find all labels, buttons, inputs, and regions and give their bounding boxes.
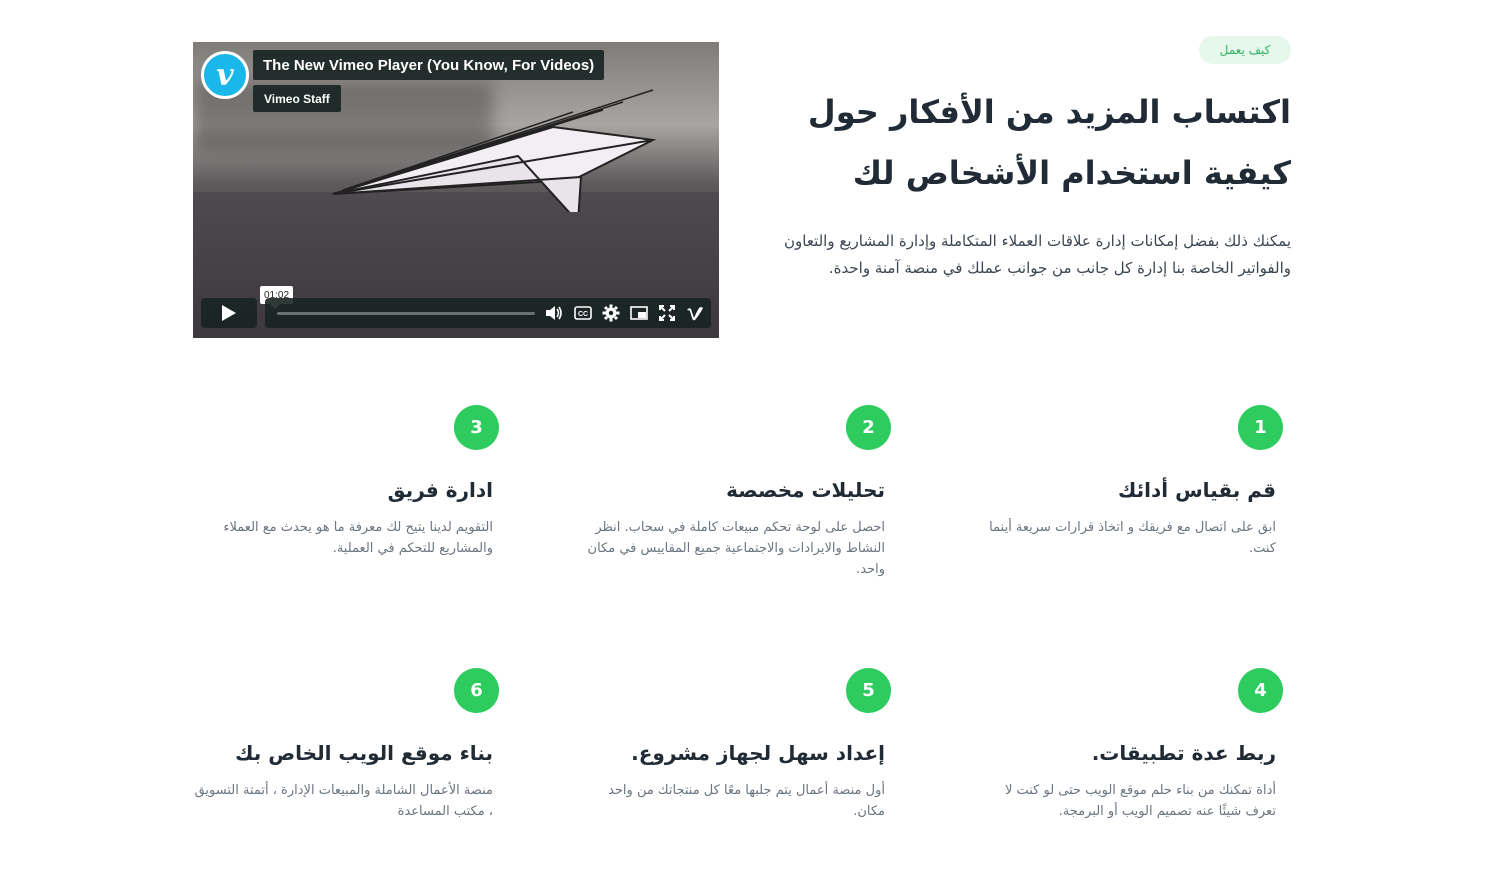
pip-icon[interactable] bbox=[629, 303, 649, 323]
page-title-line-1: اكتساب المزيد من الأفكار حول bbox=[807, 93, 1291, 131]
video-owner[interactable]: Vimeo Staff bbox=[253, 85, 341, 112]
settings-icon[interactable] bbox=[601, 303, 621, 323]
feature-title-2: تحليلات مخصصة bbox=[726, 478, 885, 502]
captions-icon[interactable]: CC bbox=[573, 303, 593, 323]
step-number-6: 6 bbox=[454, 668, 499, 713]
feature-title-1: قم بقياس أدائك bbox=[1118, 478, 1276, 502]
page-title: اكتساب المزيد من الأفكار حول كيفية استخد… bbox=[790, 82, 1291, 204]
vimeo-logo-icon[interactable]: v bbox=[201, 51, 249, 99]
feature-title-6: بناء موقع الويب الخاص بك bbox=[235, 741, 493, 765]
fullscreen-icon[interactable] bbox=[657, 303, 677, 323]
feature-description-3: التقويم لدينا يتيح لك معرفة ما هو يحدث م… bbox=[223, 520, 493, 556]
step-number-4: 4 bbox=[1238, 668, 1283, 713]
hero-description: يمكنك ذلك بفضل إمكانات إدارة علاقات العم… bbox=[784, 232, 1291, 277]
page-title-line-2: كيفية استخدام الأشخاص لك bbox=[852, 154, 1291, 192]
play-button[interactable] bbox=[201, 298, 257, 328]
feature-title-3: ادارة فريق bbox=[387, 478, 493, 502]
step-number-3: 3 bbox=[454, 405, 499, 450]
feature-description-5: أول منصة أعمال يتم جلبها معًا كل منتجاتك… bbox=[608, 783, 885, 819]
play-icon bbox=[222, 305, 236, 321]
volume-icon[interactable] bbox=[544, 303, 564, 323]
feature-title-4: ربط عدة تطبيقات. bbox=[1091, 741, 1276, 765]
step-number-1: 1 bbox=[1238, 405, 1283, 450]
step-number-2: 2 bbox=[846, 405, 891, 450]
section-badge: كيف يعمل bbox=[1199, 36, 1291, 64]
video-player[interactable]: v The New Vimeo Player (You Know, For Vi… bbox=[193, 42, 719, 338]
feature-description-6: منصة الأعمال الشاملة والمبيعات الإدارة ،… bbox=[194, 783, 493, 819]
feature-description-4: أداة تمكنك من بناء حلم موقع الويب حتى لو… bbox=[1004, 783, 1276, 819]
svg-text:CC: CC bbox=[578, 311, 588, 318]
feature-description-2: احصل على لوحة تحكم مبيعات كاملة في سحاب.… bbox=[587, 520, 885, 577]
video-title[interactable]: The New Vimeo Player (You Know, For Vide… bbox=[253, 50, 605, 80]
vimeo-icon[interactable] bbox=[685, 303, 705, 323]
progress-bar[interactable] bbox=[277, 312, 535, 315]
step-number-5: 5 bbox=[846, 668, 891, 713]
player-controls: CC bbox=[265, 298, 711, 328]
paper-plane-illustration bbox=[332, 89, 657, 212]
feature-description-1: ابق على اتصال مع فريقك و اتخاذ قرارات سر… bbox=[989, 520, 1276, 556]
feature-title-5: إعداد سهل لجهاز مشروع. bbox=[631, 741, 885, 765]
